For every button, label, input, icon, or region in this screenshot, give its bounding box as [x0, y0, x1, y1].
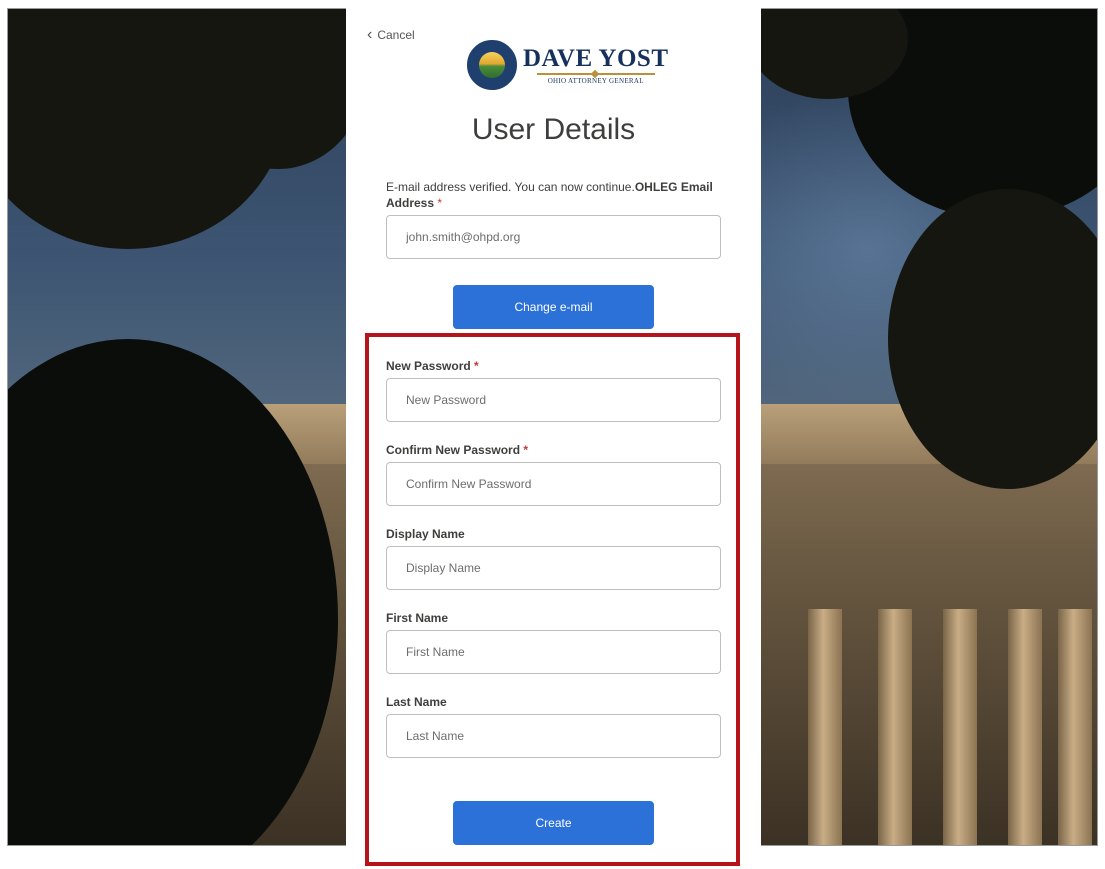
email-verified-text: E-mail address verified. You can now con… [386, 179, 726, 211]
logo-subtitle: OHIO ATTORNEY GENERAL [547, 76, 644, 85]
display-name-input[interactable] [386, 546, 721, 590]
building-column [878, 609, 912, 845]
email-field[interactable] [386, 215, 721, 259]
cancel-label: Cancel [377, 28, 415, 42]
create-button[interactable]: Create [453, 801, 654, 845]
change-email-button[interactable]: Change e-mail [453, 285, 654, 329]
confirm-password-label: Confirm New Password * [386, 443, 529, 457]
first-name-label: First Name [386, 611, 449, 625]
new-password-label: New Password * [386, 359, 479, 373]
building-column [1008, 609, 1042, 845]
logo-divider [536, 72, 655, 75]
required-marker: * [523, 443, 529, 457]
last-name-label: Last Name [386, 695, 447, 709]
required-marker: * [437, 196, 443, 210]
last-name-input[interactable] [386, 714, 721, 758]
verified-message: E-mail address verified. You can now con… [386, 180, 635, 194]
building-column [1058, 609, 1092, 845]
new-password-input[interactable] [386, 378, 721, 422]
building-column [943, 609, 977, 845]
building-column [808, 609, 842, 845]
cancel-link[interactable]: ‹ Cancel [367, 26, 415, 43]
display-name-label: Display Name [386, 527, 465, 541]
logo-name: DAVE YOST [523, 44, 669, 72]
page-title: User Details [471, 113, 636, 146]
confirm-password-input[interactable] [386, 462, 721, 506]
ohio-seal-icon [467, 40, 517, 90]
chevron-left-icon: ‹ [367, 26, 373, 43]
first-name-input[interactable] [386, 630, 721, 674]
brand-logo: DAVE YOST OHIO ATTORNEY GENERAL [467, 40, 669, 90]
required-marker: * [474, 359, 479, 373]
